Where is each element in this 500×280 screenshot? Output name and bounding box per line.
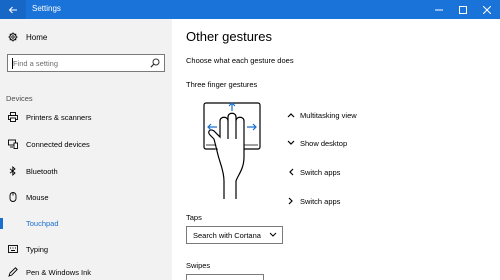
- maximize-icon: [459, 5, 467, 14]
- title-bar: Settings: [0, 0, 500, 19]
- home-nav-item[interactable]: Home: [8, 32, 47, 42]
- sidebar-item-label: Typing: [26, 244, 49, 254]
- sidebar: Home Find a setting Devices Printers & s…: [0, 19, 172, 280]
- sidebar-item-label: Bluetooth: [26, 166, 58, 176]
- minimize-button[interactable]: [428, 0, 450, 19]
- search-input[interactable]: Find a setting: [7, 54, 165, 72]
- three-finger-illustration: [203, 102, 261, 199]
- sidebar-item-label: Touchpad: [26, 218, 59, 228]
- swipes-label: Swipes: [186, 261, 211, 270]
- main-content: Other gestures Choose what each gesture …: [172, 19, 500, 280]
- section-heading-devices: Devices: [6, 94, 33, 103]
- sidebar-item-pen[interactable]: Pen & Windows Ink: [0, 261, 172, 280]
- sidebar-item-label: Connected devices: [26, 139, 90, 149]
- gesture-left: Switch apps: [282, 165, 340, 179]
- taps-label: Taps: [186, 213, 202, 222]
- search-placeholder: Find a setting: [13, 59, 59, 68]
- gesture-heading: Three finger gestures: [186, 80, 258, 89]
- gesture-down: Show desktop: [282, 136, 347, 150]
- page-subtitle: Choose what each gesture does: [186, 56, 294, 65]
- sidebar-item-touchpad[interactable]: Touchpad: [0, 212, 172, 234]
- pen-icon: [8, 267, 18, 277]
- chevron-up-icon: [287, 113, 295, 118]
- back-button[interactable]: [0, 0, 26, 19]
- gesture-right: Switch apps: [282, 194, 340, 208]
- gear-icon: [8, 32, 18, 42]
- keyboard-icon: [8, 245, 18, 253]
- chevron-left-icon: [289, 168, 294, 176]
- swipes-dropdown[interactable]: [186, 274, 264, 280]
- chevron-right-icon: [288, 197, 293, 205]
- back-arrow-icon: [8, 6, 17, 13]
- minimize-icon: [435, 9, 443, 10]
- window-title: Settings: [32, 4, 61, 13]
- taps-selected-value: Search with Cortana: [193, 231, 261, 240]
- gesture-label: Multitasking view: [300, 110, 357, 120]
- gesture-up: Multitasking view: [282, 108, 357, 122]
- sidebar-item-printers[interactable]: Printers & scanners: [0, 106, 172, 128]
- touchpad-icon: [8, 218, 18, 228]
- home-label: Home: [26, 32, 48, 42]
- close-icon: [483, 5, 491, 14]
- sidebar-item-connected-devices[interactable]: Connected devices: [0, 133, 172, 155]
- page-title: Other gestures: [186, 29, 272, 44]
- active-indicator: [0, 218, 3, 229]
- taps-dropdown[interactable]: Search with Cortana: [186, 226, 283, 244]
- maximize-button[interactable]: [452, 0, 474, 19]
- search-icon[interactable]: [150, 58, 160, 68]
- sidebar-item-mouse[interactable]: Mouse: [0, 186, 172, 208]
- sidebar-item-typing[interactable]: Typing: [0, 238, 172, 260]
- gesture-label: Switch apps: [300, 167, 341, 177]
- sidebar-item-bluetooth[interactable]: Bluetooth: [0, 160, 172, 182]
- chevron-down-icon: [269, 232, 277, 237]
- sidebar-item-label: Mouse: [26, 192, 49, 202]
- sidebar-item-label: Pen & Windows Ink: [26, 267, 92, 277]
- gesture-label: Switch apps: [300, 196, 341, 206]
- printer-icon: [8, 112, 18, 122]
- mouse-icon: [9, 192, 17, 202]
- sidebar-item-label: Printers & scanners: [26, 112, 92, 122]
- close-button[interactable]: [476, 0, 498, 19]
- gesture-label: Show desktop: [300, 138, 348, 148]
- chevron-down-icon: [287, 140, 295, 145]
- connected-devices-icon: [8, 139, 18, 149]
- bluetooth-icon: [9, 166, 16, 176]
